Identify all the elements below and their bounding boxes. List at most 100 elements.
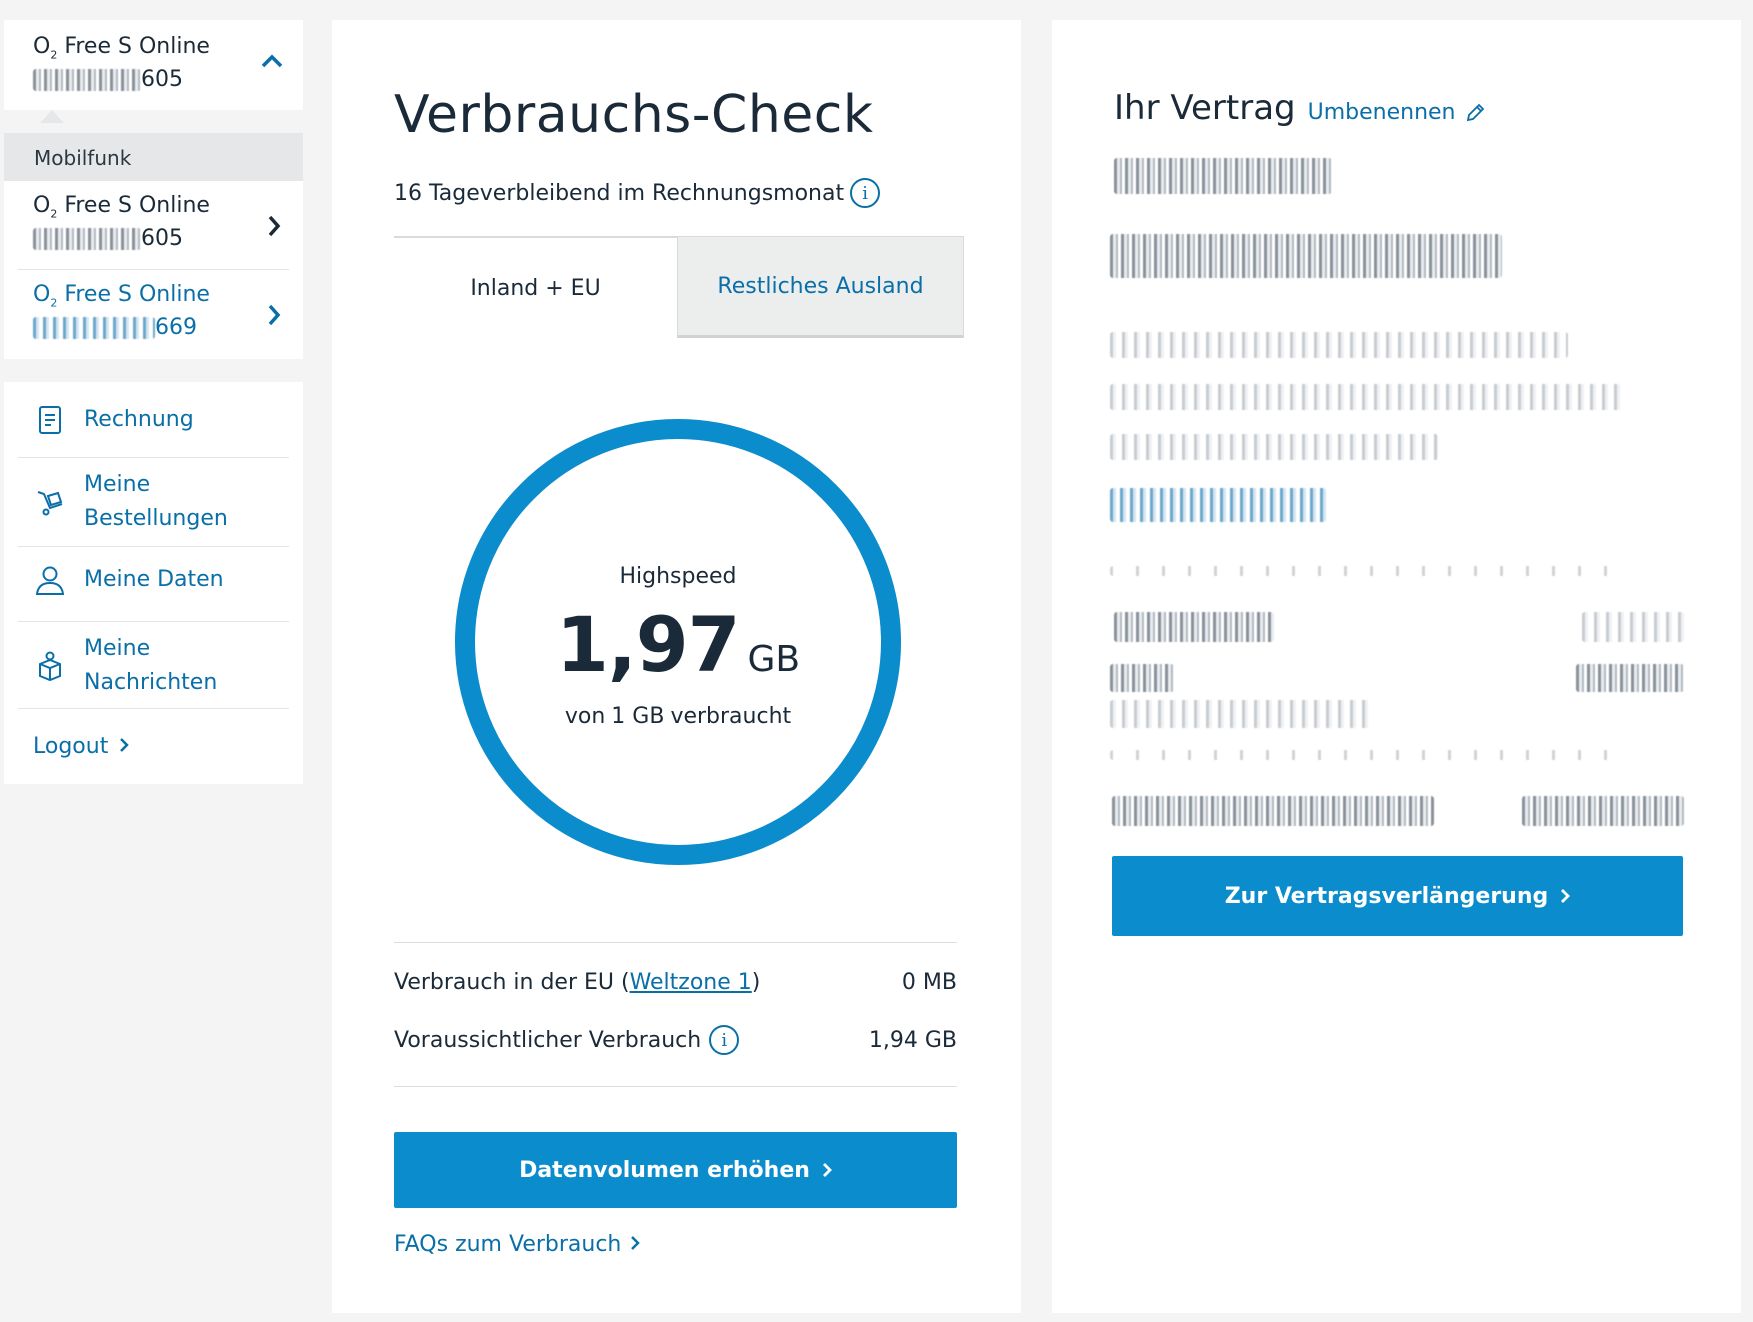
redacted-text (1114, 612, 1274, 642)
contract-item-name: O2 Free S Online (33, 193, 303, 220)
contract-item[interactable]: O2 Free S Online 669 (4, 270, 303, 359)
contract-number: 605 (33, 67, 210, 92)
gauge-sub-suffix: verbraucht (670, 704, 792, 729)
contract-item-name: O2 Free S Online (33, 282, 303, 309)
gauge-sub-prefix: von (564, 704, 606, 729)
pencil-icon (1466, 103, 1484, 121)
redacted-text (1112, 796, 1434, 826)
tab-inland-eu[interactable]: Inland + EU (394, 236, 677, 338)
redacted-text (1110, 234, 1502, 278)
chevron-up-icon[interactable] (261, 46, 283, 74)
divider (18, 457, 289, 458)
gauge-sub-amount: 1 GB (611, 704, 665, 729)
info-icon[interactable]: i (709, 1025, 740, 1055)
contract-item[interactable]: O2 Free S Online 605 (4, 181, 303, 270)
brand-o: O (33, 193, 51, 218)
redacted-number (33, 316, 155, 339)
dropdown-pointer (40, 110, 64, 123)
contract-extension-button[interactable]: Zur Vertragsverlängerung (1112, 856, 1683, 936)
forecast-label: Voraussichtlicher Verbrauch (394, 1027, 702, 1053)
redacted-text (1522, 796, 1684, 826)
contract-switcher[interactable]: O2 Free S Online 605 (4, 20, 303, 110)
chevron-right-icon (267, 304, 281, 330)
mailbox-icon (39, 651, 61, 682)
redacted-text (1110, 332, 1568, 358)
gauge-number: 1,97 (555, 600, 741, 689)
redacted-number (33, 227, 141, 250)
redacted-text (1576, 664, 1684, 692)
sidebar-item-label: Meine Daten (84, 567, 224, 592)
contract-name: Free S Online (57, 193, 210, 218)
eu-usage-label: Verbrauch in der EU (Weltzone 1) (394, 970, 760, 995)
chevron-right-icon (120, 738, 130, 752)
page-title: Verbrauchs-Check (394, 85, 874, 145)
remaining-days-text: verbleibend im Rechnungsmonat (479, 180, 845, 206)
sidebar-item-meine-daten[interactable]: Meine Daten (18, 560, 289, 600)
divider (394, 942, 957, 943)
faq-link[interactable]: FAQs zum Verbrauch (394, 1232, 641, 1257)
redacted-text (1110, 434, 1438, 460)
contract-title: Ihr Vertrag (1114, 88, 1296, 128)
divider (18, 546, 289, 547)
usage-panel: Verbrauchs-Check 16 Tage verbleibend im … (332, 20, 1021, 1313)
contract-panel: Ihr Vertrag Umbenennen Zur Vertragsverlä… (1052, 20, 1741, 1313)
tab-restliches-ausland[interactable]: Restliches Ausland (677, 236, 964, 338)
divider (18, 621, 289, 622)
gauge-unit: GB (747, 639, 801, 680)
chevron-right-icon (267, 215, 281, 241)
sidebar-menu: Rechnung Meine Bestellungen Meine Daten … (4, 382, 303, 784)
number-suffix: 605 (141, 226, 183, 252)
usage-gauge: Highspeed 1,97 GB von 1 GB verbraucht (450, 414, 906, 870)
rename-label: Umbenennen (1307, 100, 1456, 125)
button-label: Datenvolumen erhöhen (519, 1157, 810, 1183)
contract-number: 605 (33, 226, 303, 251)
eu-usage-prefix: Verbrauch in der EU ( (394, 969, 630, 995)
redacted-number (33, 68, 141, 91)
redacted-text (1582, 612, 1684, 642)
cart-icon (37, 491, 63, 516)
rename-link[interactable]: Umbenennen (1308, 100, 1486, 125)
forecast-row: Voraussichtlicher Verbrauch i 1,94 GB (394, 1020, 957, 1060)
sidebar-item-bestellungen[interactable]: Meine Bestellungen (18, 468, 289, 536)
redacted-text (1114, 158, 1332, 194)
eu-usage-value: 0 MB (901, 969, 957, 995)
eu-usage-suffix: ) (751, 969, 761, 995)
info-icon[interactable]: i (850, 178, 881, 208)
logout-link[interactable]: Logout (33, 734, 130, 759)
remaining-days: 16 Tage verbleibend im Rechnungsmonat i (394, 178, 881, 208)
gauge-label: Highspeed (619, 564, 737, 589)
contract-list: O2 Free S Online 605 O2 Free S Online 66… (4, 181, 303, 359)
sidebar-item-nachrichten[interactable]: Meine Nachrichten (18, 632, 289, 700)
redacted-text (1110, 700, 1370, 728)
sidebar-item-label: Meine Nachrichten (84, 636, 218, 695)
contract-name: Free S Online (57, 34, 210, 59)
contract-header: Ihr Vertrag Umbenennen (1114, 88, 1486, 128)
group-label: Mobilfunk (4, 133, 303, 181)
gauge-subtitle: von 1 GB verbraucht (450, 704, 906, 729)
person-icon (35, 566, 65, 595)
contract-number: 669 (33, 315, 303, 340)
sidebar-item-label: Meine Bestellungen (84, 472, 228, 531)
sidebar-item-label: Rechnung (84, 407, 194, 432)
invoice-icon (39, 406, 61, 434)
redacted-text (1110, 384, 1622, 410)
number-suffix: 605 (141, 67, 183, 93)
contract-switcher-name: O2 Free S Online 605 (33, 34, 210, 92)
weltzone-link[interactable]: Weltzone 1 (630, 970, 752, 995)
gauge-value: 1,97 GB (450, 600, 906, 689)
contract-name: Free S Online (57, 282, 210, 307)
chevron-right-icon (1561, 889, 1571, 903)
chevron-right-icon (631, 1236, 641, 1250)
chevron-right-icon (822, 1163, 832, 1177)
eu-usage-row: Verbrauch in der EU (Weltzone 1) 0 MB (394, 962, 957, 1002)
brand-o: O (33, 34, 51, 59)
remaining-days-count: 16 Tage (394, 180, 480, 206)
divider (18, 708, 289, 709)
redacted-text (1110, 566, 1630, 576)
redacted-link[interactable] (1110, 488, 1326, 522)
sidebar-item-rechnung[interactable]: Rechnung (18, 400, 289, 440)
divider (394, 1086, 957, 1087)
faq-label: FAQs zum Verbrauch (394, 1232, 622, 1257)
increase-data-button[interactable]: Datenvolumen erhöhen (394, 1132, 957, 1208)
brand-o: O (33, 282, 51, 307)
